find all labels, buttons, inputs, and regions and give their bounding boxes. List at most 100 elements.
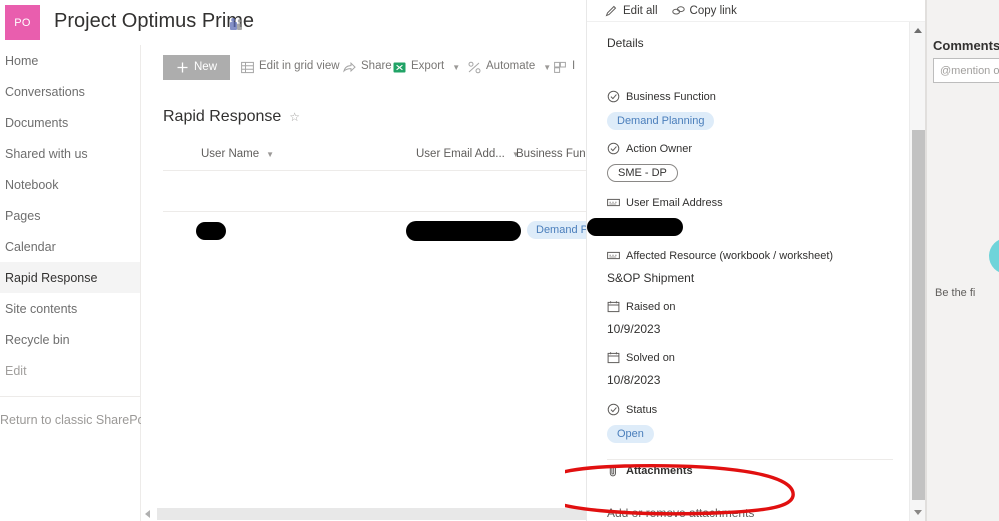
attachments-label-row: Attachments xyxy=(607,464,693,477)
details-vertical-scrollbar[interactable] xyxy=(909,22,926,521)
column-header-user-name[interactable]: User Name ▼ xyxy=(201,148,274,160)
integrate-icon xyxy=(554,61,567,74)
sidebar-item-documents[interactable]: Documents xyxy=(0,107,140,138)
sidebar-item-edit[interactable]: Edit xyxy=(0,355,140,386)
add-remove-attachments-link[interactable]: Add or remove attachments xyxy=(607,506,754,520)
link-icon xyxy=(671,4,685,17)
vertical-scroll-thumb[interactable] xyxy=(912,130,925,500)
choice-icon xyxy=(607,403,620,416)
detail-field-status[interactable]: Status Open xyxy=(607,403,657,443)
sidebar-item-pages[interactable]: Pages xyxy=(0,200,140,231)
nav-list: Home Conversations Documents Shared with us… xyxy=(0,45,140,386)
sidebar-item-label: Site contents xyxy=(5,301,78,316)
details-panel: Edit all Copy link Details Business Func… xyxy=(586,0,927,521)
automate-icon xyxy=(468,61,481,74)
edit-in-grid-view-button[interactable]: Edit in grid view xyxy=(241,54,340,80)
detail-field-business-function[interactable]: Business Function Demand Planning xyxy=(607,90,716,130)
text-icon xyxy=(607,249,620,262)
sidebar-item-shared-with-us[interactable]: Shared with us xyxy=(0,138,140,169)
export-label: Export xyxy=(411,60,445,73)
sidebar-item-conversations[interactable]: Conversations xyxy=(0,76,140,107)
sharepoint-list-page: PO Project Optimus Prime Home Conversatio… xyxy=(0,0,999,521)
detail-field-tag: SME - DP xyxy=(607,164,678,182)
sidebar-item-home[interactable]: Home xyxy=(0,45,140,76)
avatar-initials: PO xyxy=(14,16,31,29)
detail-field-label-row: Solved on xyxy=(607,351,675,364)
choice-icon xyxy=(607,90,620,103)
detail-field-label: Status xyxy=(626,403,658,416)
sidebar-item-notebook[interactable]: Notebook xyxy=(0,169,140,200)
detail-field-value: 10/8/2023 xyxy=(607,373,661,387)
redacted-user-name xyxy=(196,222,226,240)
sidebar-item-label: Conversations xyxy=(5,84,85,99)
sidebar-item-label: Calendar xyxy=(5,239,56,254)
detail-field-label: Affected Resource (workbook / worksheet) xyxy=(626,249,834,262)
new-button[interactable]: New xyxy=(163,55,231,80)
edit-all-button[interactable]: Edit all xyxy=(605,4,658,17)
list-column-headers: User Name ▼ User Email Add... ▼ Business… xyxy=(141,148,591,170)
copy-link-label: Copy link xyxy=(689,4,737,17)
detail-field-label-row: Raised on xyxy=(607,300,676,313)
edit-all-label: Edit all xyxy=(623,4,658,17)
chevron-down-icon: ▼ xyxy=(543,62,552,72)
pencil-icon xyxy=(605,4,618,17)
site-header: PO Project Optimus Prime xyxy=(0,0,586,45)
sidebar-item-recycle-bin[interactable]: Recycle bin xyxy=(0,324,140,355)
new-button-label: New xyxy=(194,60,218,73)
column-header-label: User Name xyxy=(201,148,260,160)
detail-field-value: SME - DP xyxy=(607,164,692,182)
sidebar-item-calendar[interactable]: Calendar xyxy=(0,231,140,262)
empty-state-illustration xyxy=(989,238,999,274)
comment-input-placeholder: @mention or xyxy=(940,64,999,77)
comment-input[interactable]: @mention or xyxy=(933,58,999,83)
detail-field-value: Open xyxy=(607,425,657,443)
sidebar-item-site-contents[interactable]: Site contents xyxy=(0,293,140,324)
left-navigation: Home Conversations Documents Shared with us… xyxy=(0,45,158,521)
integrate-button[interactable]: I xyxy=(554,54,575,80)
detail-field-value xyxy=(587,218,723,236)
redacted-user-email xyxy=(406,221,521,241)
star-icon[interactable]: ☆ xyxy=(289,110,300,124)
sidebar-item-label: Recycle bin xyxy=(5,332,70,347)
sidebar-item-rapid-response[interactable]: Rapid Response xyxy=(0,262,140,293)
details-body: Details Business Function Demand Planning… xyxy=(587,22,909,521)
list-title: Rapid Response xyxy=(163,108,282,125)
detail-field-action-owner[interactable]: Action Owner SME - DP xyxy=(607,142,692,182)
list-horizontal-scrollbar[interactable] xyxy=(141,504,586,521)
scroll-down-arrow-icon[interactable] xyxy=(914,510,922,515)
return-to-classic-link[interactable]: Return to classic SharePoint xyxy=(0,406,158,434)
sidebar-item-label: Edit xyxy=(5,363,27,378)
integrate-label: I xyxy=(572,60,576,73)
attachments-field: Attachments xyxy=(607,464,693,477)
automate-button[interactable]: Automate ▼ xyxy=(468,54,551,80)
detail-field-label-row: Business Function xyxy=(607,90,716,103)
list-title-row: Rapid Response ☆ xyxy=(163,108,300,126)
column-header-user-email[interactable]: User Email Add... ▼ xyxy=(416,148,520,160)
comments-title: Comments xyxy=(933,38,999,53)
teams-group-icon xyxy=(230,18,242,30)
horizontal-scroll-thumb[interactable] xyxy=(157,508,586,520)
column-header-label: User Email Add... xyxy=(416,148,505,160)
detail-field-affected-resource-workbook-worksheet[interactable]: Affected Resource (workbook / worksheet)… xyxy=(607,249,834,286)
share-icon xyxy=(343,61,356,74)
chevron-down-icon: ▼ xyxy=(452,62,461,72)
calendar-icon xyxy=(607,351,620,364)
export-button[interactable]: Export ▼ xyxy=(393,54,460,80)
detail-field-label-row: Action Owner xyxy=(607,142,692,155)
attachments-divider xyxy=(607,459,893,460)
comments-empty-text: Be the fi xyxy=(935,287,976,299)
page-title: Project Optimus Prime xyxy=(54,10,255,32)
share-button[interactable]: Share xyxy=(343,54,392,80)
column-header-business-function[interactable]: Business Func xyxy=(516,148,591,160)
command-bar: New Edit in grid view Share Export ▼ Aut… xyxy=(141,45,586,89)
detail-field-solved-on[interactable]: Solved on 10/8/2023 xyxy=(607,351,675,388)
scroll-left-arrow-icon[interactable] xyxy=(145,510,150,518)
scroll-up-arrow-icon[interactable] xyxy=(914,28,922,33)
details-command-bar: Edit all Copy link xyxy=(587,0,927,22)
sidebar-item-label: Home xyxy=(5,53,39,68)
detail-field-user-email-address[interactable]: User Email Address xyxy=(587,196,723,236)
row-divider xyxy=(163,211,586,212)
detail-field-raised-on[interactable]: Raised on 10/9/2023 xyxy=(607,300,676,337)
detail-field-tag: Demand Planning xyxy=(607,112,715,130)
copy-link-button[interactable]: Copy link xyxy=(671,4,737,17)
